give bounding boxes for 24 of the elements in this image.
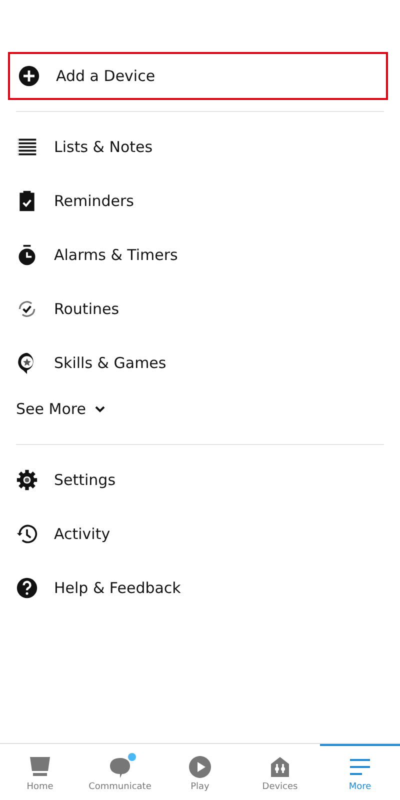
tab[interactable]: Devices bbox=[240, 744, 320, 800]
menu-item[interactable]: Activity bbox=[0, 507, 400, 561]
menu-label: Help & Feedback bbox=[54, 579, 181, 597]
menu-label: Routines bbox=[54, 300, 120, 318]
menu-item[interactable]: Alarms & Timers bbox=[0, 228, 400, 282]
menu-label: Reminders bbox=[54, 192, 134, 210]
menu-label: Alarms & Timers bbox=[54, 246, 178, 264]
tab[interactable]: Play bbox=[160, 744, 240, 800]
menu-item[interactable]: Routines bbox=[0, 282, 400, 336]
see-more-toggle[interactable]: See More bbox=[0, 390, 106, 428]
add-device-item[interactable]: Add a Device bbox=[8, 52, 388, 100]
menu-item[interactable]: Help & Feedback bbox=[0, 561, 400, 615]
menu-label: Skills & Games bbox=[54, 354, 166, 372]
menu-item[interactable]: Settings bbox=[0, 453, 400, 507]
menu-label: Settings bbox=[54, 471, 116, 489]
tab[interactable]: Communicate bbox=[80, 744, 160, 800]
tab[interactable]: Home bbox=[0, 744, 80, 800]
menu-label: Lists & Notes bbox=[54, 138, 153, 156]
menu-item[interactable]: Reminders bbox=[0, 174, 400, 228]
menu-label: Add a Device bbox=[56, 67, 156, 85]
menu-item[interactable]: Skills & Games bbox=[0, 336, 400, 390]
menu-item[interactable]: Lists & Notes bbox=[0, 120, 400, 174]
tab[interactable]: More bbox=[320, 744, 400, 800]
menu-label: Activity bbox=[54, 525, 110, 543]
